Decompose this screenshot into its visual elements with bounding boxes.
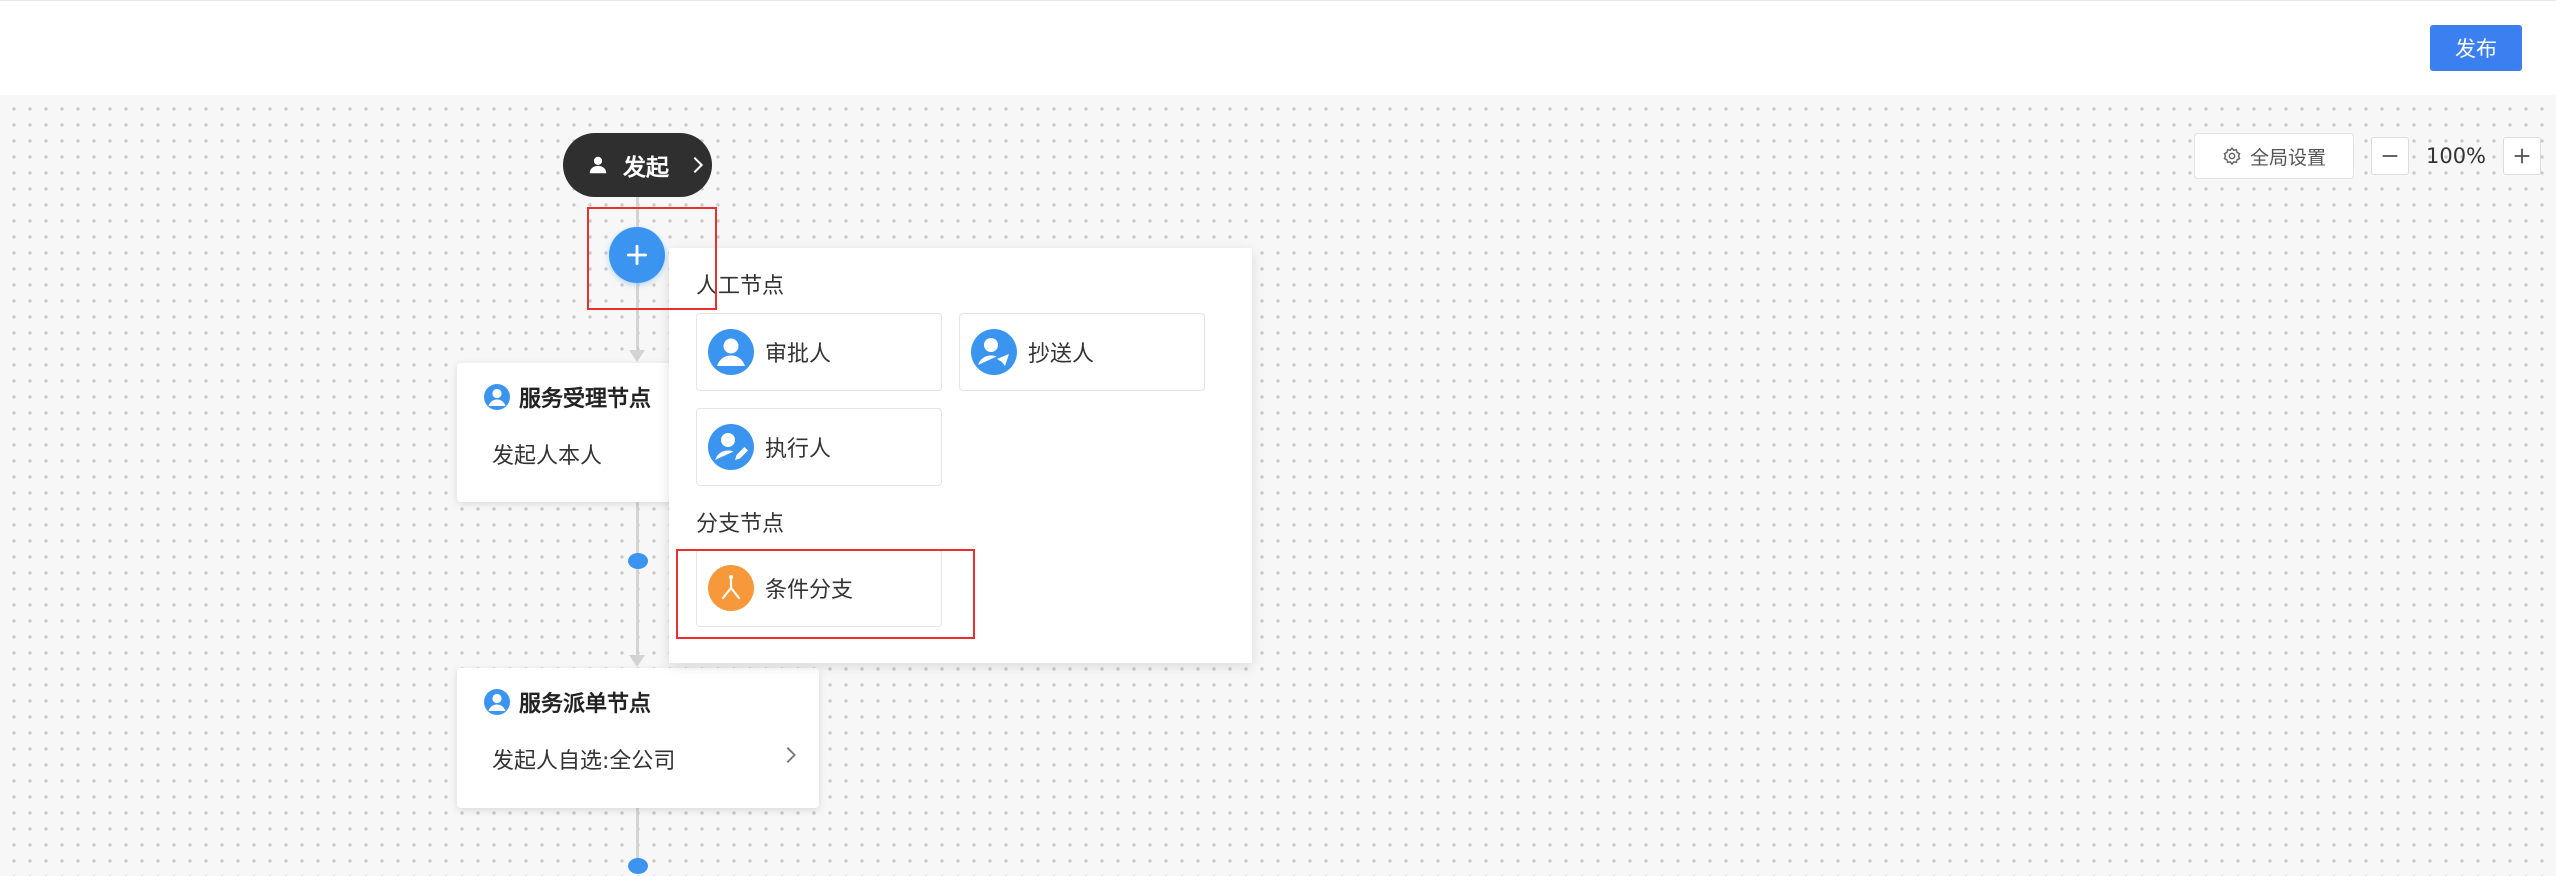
node-assignee: 发起人自选:全公司 <box>492 749 676 774</box>
menu-item-approver[interactable]: 审批人 <box>696 313 942 391</box>
node-assignee: 发起人本人 <box>492 444 603 469</box>
node-header: 服务派单节点 <box>483 686 651 718</box>
gear-icon <box>2223 146 2241 166</box>
zoom-out-button[interactable] <box>2371 137 2409 175</box>
connector-line <box>636 197 639 227</box>
user-icon <box>589 156 607 174</box>
flow-canvas[interactable] <box>0 95 2556 876</box>
start-node[interactable]: 发起 <box>563 133 712 197</box>
chevron-right-icon <box>786 747 796 763</box>
connector-arrow <box>629 655 645 667</box>
user-circle-icon <box>484 689 510 715</box>
add-node-button[interactable] <box>609 227 665 283</box>
publish-button[interactable]: 发布 <box>2430 25 2522 71</box>
plus-icon <box>626 244 648 266</box>
add-node-menu: 人工节点 审批人 抄送人 执行人 分支节点 条件分支 <box>669 248 1252 663</box>
add-node-dot[interactable] <box>628 553 648 569</box>
connector-line <box>636 283 639 348</box>
user-circle-icon <box>484 384 510 410</box>
condition-branch-icon <box>708 565 754 611</box>
connector-line <box>636 808 639 864</box>
manual-section-title: 人工节点 <box>696 274 785 299</box>
cc-icon <box>971 329 1017 375</box>
global-settings-label: 全局设置 <box>2249 146 2326 169</box>
menu-item-label: 条件分支 <box>765 578 854 603</box>
global-settings-button[interactable]: 全局设置 <box>2194 133 2354 179</box>
menu-item-condition-branch[interactable]: 条件分支 <box>696 549 942 627</box>
zoom-in-button[interactable] <box>2503 137 2541 175</box>
branch-section-title: 分支节点 <box>696 512 785 537</box>
executor-icon <box>708 424 754 470</box>
plus-icon <box>2514 148 2530 164</box>
top-bar: 发布 <box>0 0 2556 95</box>
menu-item-cc[interactable]: 抄送人 <box>959 313 1205 391</box>
connector-arrow <box>629 350 645 362</box>
minus-icon <box>2382 155 2398 157</box>
menu-item-executor[interactable]: 执行人 <box>696 408 942 486</box>
start-node-label: 发起 <box>623 155 669 181</box>
node-title: 服务受理节点 <box>519 387 652 412</box>
node-header: 服务受理节点 <box>483 381 651 413</box>
menu-item-label: 抄送人 <box>1028 342 1095 367</box>
zoom-level: 100% <box>2425 144 2487 168</box>
approver-icon <box>708 329 754 375</box>
add-node-dot[interactable] <box>628 858 648 874</box>
service-dispatch-node[interactable]: 服务派单节点 发起人自选:全公司 <box>457 668 819 808</box>
menu-item-label: 审批人 <box>765 342 832 367</box>
chevron-right-icon <box>693 156 704 174</box>
node-title: 服务派单节点 <box>519 692 652 717</box>
menu-item-label: 执行人 <box>765 437 832 462</box>
connector-line <box>636 502 639 657</box>
